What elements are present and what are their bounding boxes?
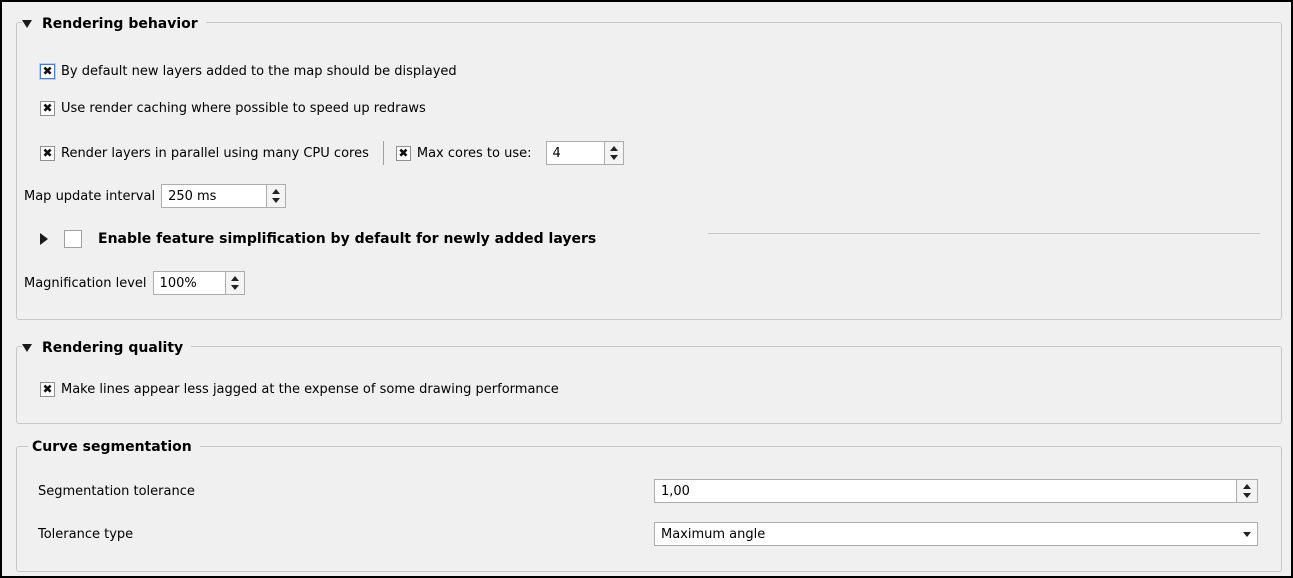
simplification-row[interactable]: Enable feature simplification by default… bbox=[40, 226, 596, 252]
show-new-layers-label: By default new layers added to the map s… bbox=[61, 63, 457, 79]
check-mark-icon: ✖ bbox=[42, 64, 53, 78]
check-mark-icon: ✖ bbox=[42, 101, 53, 115]
collapse-arrow-icon[interactable] bbox=[22, 344, 32, 352]
max-cores-value[interactable]: 4 bbox=[547, 146, 604, 161]
magnification-row: Magnification level 100% bbox=[24, 270, 245, 296]
map-update-value[interactable]: 250 ms bbox=[162, 189, 266, 204]
spin-up-icon[interactable] bbox=[609, 146, 618, 151]
spin-down-icon[interactable] bbox=[230, 285, 239, 290]
spin-arrows[interactable] bbox=[266, 185, 286, 207]
collapse-arrow-icon[interactable] bbox=[22, 20, 32, 28]
magnification-value[interactable]: 100% bbox=[154, 276, 225, 291]
magnification-spinbox[interactable]: 100% bbox=[152, 271, 245, 295]
spin-down-icon[interactable] bbox=[272, 198, 281, 203]
map-update-label: Map update interval bbox=[24, 188, 156, 204]
simplification-checkbox[interactable] bbox=[64, 230, 82, 248]
dropdown-arrow-icon[interactable] bbox=[1237, 523, 1257, 545]
tolerance-type-dropdown[interactable]: Maximum angle bbox=[654, 522, 1258, 546]
antialias-checkbox[interactable]: ✖ bbox=[40, 381, 55, 397]
segmentation-tolerance-label: Segmentation tolerance bbox=[38, 483, 195, 499]
map-update-row: Map update interval 250 ms bbox=[24, 183, 287, 209]
check-mark-icon: ✖ bbox=[42, 146, 53, 160]
segmentation-tolerance-value[interactable]: 1,00 bbox=[655, 484, 1236, 499]
curve-segmentation-header: Curve segmentation bbox=[28, 437, 200, 457]
simplification-separator bbox=[708, 233, 1260, 234]
segmentation-tolerance-spinbox[interactable]: 1,00 bbox=[654, 479, 1258, 503]
simplification-label: Enable feature simplification by default… bbox=[98, 231, 597, 247]
options-panel: Rendering behavior ✖ By default new laye… bbox=[0, 0, 1293, 578]
curve-segmentation-title: Curve segmentation bbox=[32, 439, 192, 455]
tolerance-type-label: Tolerance type bbox=[38, 526, 134, 542]
parallel-rendering-checkbox[interactable]: ✖ bbox=[40, 145, 55, 161]
spin-up-icon[interactable] bbox=[1243, 484, 1251, 489]
rendering-quality-title: Rendering quality bbox=[42, 340, 184, 356]
max-cores-label: Max cores to use: bbox=[416, 145, 532, 161]
rendering-quality-header[interactable]: Rendering quality bbox=[22, 338, 192, 358]
magnification-label: Magnification level bbox=[24, 275, 147, 291]
show-new-layers-checkbox[interactable]: ✖ bbox=[40, 63, 55, 79]
spin-arrows[interactable] bbox=[1236, 480, 1257, 502]
map-update-spinbox[interactable]: 250 ms bbox=[161, 184, 287, 208]
spin-up-icon[interactable] bbox=[230, 276, 239, 281]
check-mark-icon: ✖ bbox=[398, 146, 409, 160]
antialias-label: Make lines appear less jagged at the exp… bbox=[61, 381, 559, 397]
check-mark-icon: ✖ bbox=[42, 382, 53, 396]
tolerance-type-value[interactable]: Maximum angle bbox=[655, 527, 1237, 542]
max-cores-spinbox[interactable]: 4 bbox=[545, 141, 624, 165]
antialias-row[interactable]: ✖ Make lines appear less jagged at the e… bbox=[40, 376, 559, 402]
render-caching-checkbox[interactable]: ✖ bbox=[40, 100, 55, 116]
render-caching-label: Use render caching where possible to spe… bbox=[61, 100, 426, 116]
spin-arrows[interactable] bbox=[603, 142, 623, 164]
parallel-rendering-label: Render layers in parallel using many CPU… bbox=[61, 145, 369, 161]
separator bbox=[382, 141, 384, 165]
render-caching-row[interactable]: ✖ Use render caching where possible to s… bbox=[40, 95, 426, 121]
spin-down-icon[interactable] bbox=[1243, 493, 1251, 498]
expand-arrow-icon[interactable] bbox=[40, 233, 48, 245]
spin-up-icon[interactable] bbox=[272, 189, 281, 194]
curve-segmentation-group bbox=[16, 446, 1282, 572]
max-cores-checkbox[interactable]: ✖ bbox=[395, 145, 411, 161]
rendering-behavior-header[interactable]: Rendering behavior bbox=[22, 14, 206, 34]
parallel-rendering-row: ✖ Render layers in parallel using many C… bbox=[40, 140, 624, 166]
spin-down-icon[interactable] bbox=[609, 155, 618, 160]
rendering-behavior-title: Rendering behavior bbox=[42, 16, 198, 32]
show-new-layers-row[interactable]: ✖ By default new layers added to the map… bbox=[40, 58, 457, 84]
spin-arrows[interactable] bbox=[224, 272, 244, 294]
